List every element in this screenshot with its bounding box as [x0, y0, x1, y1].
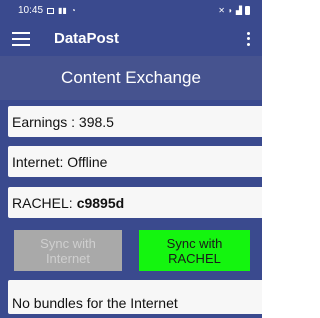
sync-rachel-button[interactable]: Sync with RACHEL [139, 230, 250, 271]
internet-status-card: Internet: Offline [8, 146, 262, 177]
wifi-signal-icon: ◗ [228, 5, 233, 15]
status-bar: 10:45 ▮▮ ◔ ✕ ◗ ▟ [0, 0, 262, 21]
message-notification-icon [47, 7, 55, 14]
data-notification-icon: ▮▮ [58, 5, 67, 15]
bundles-status-label: No bundles for the Internet [12, 295, 178, 311]
section-title: Content Exchange [0, 56, 262, 100]
status-right: ✕ ◗ ▟ [218, 6, 250, 15]
app-screen: 10:45 ▮▮ ◔ ✕ ◗ ▟ DataPost Content Exchan… [0, 0, 262, 318]
cell-signal-icon: ▟ [235, 5, 242, 15]
rachel-prefix: RACHEL: [12, 194, 73, 211]
mute-icon: ✕ [218, 5, 225, 15]
earnings-card: Earnings : 398.5 [8, 106, 262, 137]
wifi-notification-icon: ◔ [70, 5, 76, 15]
hamburger-menu-icon[interactable] [12, 31, 30, 46]
status-time: 10:45 [18, 5, 44, 16]
status-left: 10:45 ▮▮ ◔ [18, 5, 218, 16]
earnings-label: Earnings : 398.5 [12, 113, 114, 130]
internet-status-label: Internet: Offline [12, 153, 108, 170]
app-bar: DataPost [0, 21, 262, 56]
overflow-menu-icon[interactable] [242, 31, 254, 46]
content-panel: Earnings : 398.5 Internet: Offline RACHE… [0, 100, 262, 318]
rachel-id: c9895d [76, 194, 125, 211]
battery-icon [245, 6, 250, 15]
app-title: DataPost [54, 30, 120, 47]
sync-internet-button[interactable]: Sync with Internet [14, 230, 122, 271]
rachel-card: RACHEL: c9895d [8, 187, 262, 218]
bundles-status-card: No bundles for the Internet [8, 280, 262, 314]
